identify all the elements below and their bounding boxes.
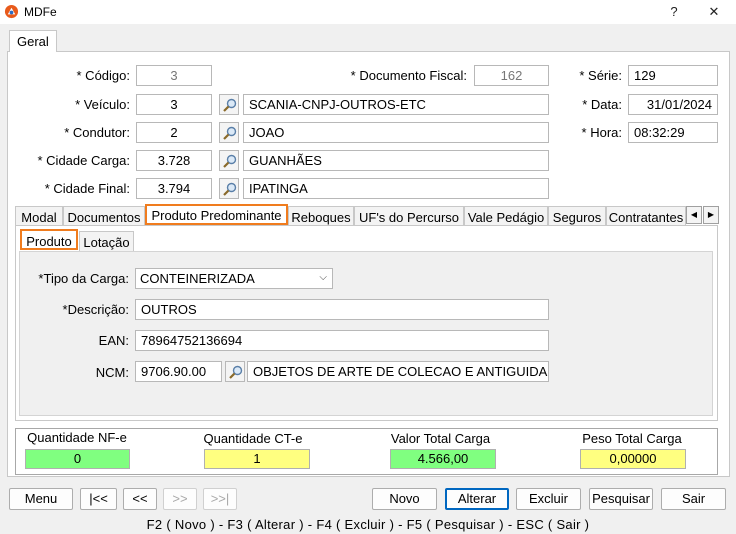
qtd-cte-value: 1 <box>204 449 310 469</box>
tab-contratantes[interactable]: Contratantes <box>606 206 686 226</box>
hora-label: * Hora: <box>581 125 622 140</box>
cidade-carga-search-button[interactable] <box>219 150 239 171</box>
subtab-lotacao[interactable]: Lotação <box>79 231 134 251</box>
codigo-label: * Código: <box>76 68 130 83</box>
veiculo-code-field[interactable]: 3 <box>136 94 212 115</box>
cidade-final-name-field[interactable]: IPATINGA <box>243 178 549 199</box>
sair-button[interactable]: Sair <box>661 488 726 510</box>
pesquisar-button[interactable]: Pesquisar <box>589 488 653 510</box>
data-label: * Data: <box>582 97 622 112</box>
tab-ufs-percurso[interactable]: UF's do Percurso <box>354 206 464 226</box>
tipo-carga-select[interactable]: CONTEINERIZADA ⌵ <box>135 268 333 289</box>
qtd-nfe-label: Quantidade NF-e <box>27 430 127 445</box>
tab-produto-predominante[interactable]: Produto Predominante <box>145 204 288 225</box>
tab-vale-pedagio[interactable]: Vale Pedágio <box>464 206 548 226</box>
close-button[interactable]: ✕ <box>700 2 728 22</box>
chevron-down-icon: ⌵ <box>319 272 327 283</box>
menu-button[interactable]: Menu <box>9 488 73 510</box>
tab-modal[interactable]: Modal <box>15 206 63 226</box>
ean-label: EAN: <box>98 333 129 348</box>
magnifier-icon <box>223 182 237 196</box>
condutor-search-button[interactable] <box>219 122 239 143</box>
cidade-carga-name-field[interactable]: GUANHÃES <box>243 150 549 171</box>
app-logo-icon <box>4 4 19 19</box>
ncm-code-field[interactable]: 9706.90.00 <box>135 361 222 382</box>
detail-tabs: Modal Documentos Produto Predominante Re… <box>15 204 719 226</box>
magnifier-icon <box>223 98 237 112</box>
first-record-button[interactable]: |<< <box>80 488 117 510</box>
tab-documentos[interactable]: Documentos <box>63 206 145 226</box>
alterar-button[interactable]: Alterar <box>445 488 509 510</box>
ncm-search-button[interactable] <box>225 361 245 382</box>
descricao-field[interactable]: OUTROS <box>135 299 549 320</box>
tabs-scroll-right-icon[interactable]: ▶ <box>703 206 719 224</box>
novo-button[interactable]: Novo <box>372 488 437 510</box>
documento-fiscal-label: * Documento Fiscal: <box>350 68 467 83</box>
hora-field[interactable]: 08:32:29 <box>628 122 718 143</box>
tipo-carga-label: *Tipo da Carga: <box>38 271 129 286</box>
ean-field[interactable]: 78964752136694 <box>135 330 549 351</box>
veiculo-label: * Veículo: <box>75 97 130 112</box>
veiculo-name-field[interactable]: SCANIA-CNPJ-OUTROS-ETC <box>243 94 549 115</box>
shortcut-status-bar: F2 ( Novo ) - F3 ( Alterar ) - F4 ( Excl… <box>146 517 590 532</box>
data-field[interactable]: 31/01/2024 <box>628 94 718 115</box>
last-record-button[interactable]: >>| <box>203 488 237 510</box>
documento-fiscal-field[interactable]: 162 <box>474 65 549 86</box>
tab-reboques[interactable]: Reboques <box>288 206 354 226</box>
qtd-nfe-value: 0 <box>25 449 130 469</box>
next-record-button[interactable]: >> <box>163 488 197 510</box>
window-title: MDFe <box>24 5 57 19</box>
codigo-field[interactable]: 3 <box>136 65 212 86</box>
cidade-final-code-field[interactable]: 3.794 <box>136 178 212 199</box>
serie-label: * Série: <box>579 68 622 83</box>
title-bar: MDFe ? ✕ <box>0 0 736 24</box>
condutor-label: * Condutor: <box>64 125 130 140</box>
tabs-scroll-left-icon[interactable]: ◀ <box>686 206 702 224</box>
subtab-produto[interactable]: Produto <box>20 229 78 250</box>
condutor-code-field[interactable]: 2 <box>136 122 212 143</box>
previous-record-button[interactable]: << <box>123 488 157 510</box>
cidade-carga-label: * Cidade Carga: <box>37 153 131 168</box>
valor-total-value: 4.566,00 <box>390 449 496 469</box>
ncm-label: NCM: <box>95 365 129 380</box>
descricao-label: *Descrição: <box>62 302 129 317</box>
peso-total-label: Peso Total Carga <box>582 431 682 446</box>
tab-geral[interactable]: Geral <box>9 30 57 52</box>
excluir-button[interactable]: Excluir <box>516 488 581 510</box>
cidade-final-label: * Cidade Final: <box>44 181 130 196</box>
magnifier-icon <box>223 154 237 168</box>
tipo-carga-value: CONTEINERIZADA <box>140 271 255 286</box>
veiculo-search-button[interactable] <box>219 94 239 115</box>
cidade-carga-code-field[interactable]: 3.728 <box>136 150 212 171</box>
qtd-cte-label: Quantidade CT-e <box>203 431 303 446</box>
magnifier-icon <box>229 365 243 379</box>
condutor-name-field[interactable]: JOAO <box>243 122 549 143</box>
tab-seguros[interactable]: Seguros <box>548 206 606 226</box>
magnifier-icon <box>223 126 237 140</box>
help-button[interactable]: ? <box>660 2 688 22</box>
cidade-final-search-button[interactable] <box>219 178 239 199</box>
ncm-description-field[interactable]: OBJETOS DE ARTE DE COLECAO E ANTIGUIDADE… <box>247 361 549 382</box>
valor-total-label: Valor Total Carga <box>390 431 491 446</box>
peso-total-value: 0,00000 <box>580 449 686 469</box>
serie-field[interactable]: 129 <box>628 65 718 86</box>
